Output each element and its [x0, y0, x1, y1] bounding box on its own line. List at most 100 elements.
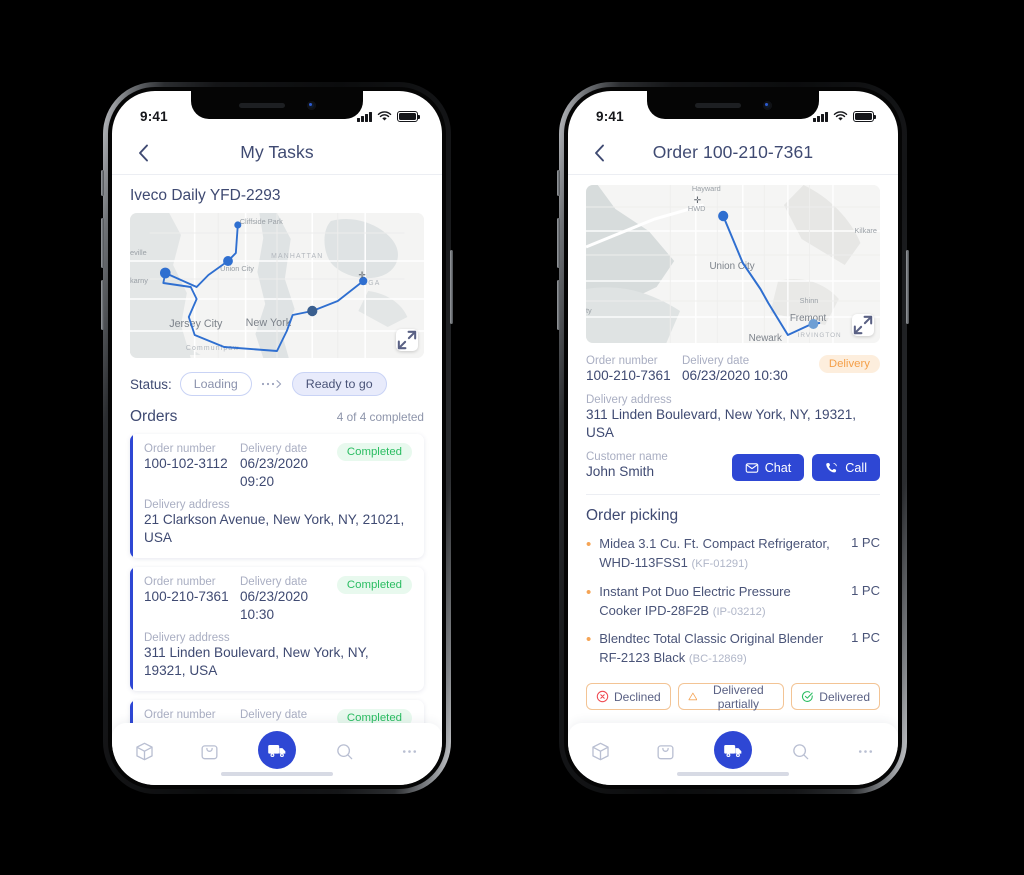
- silence-switch[interactable]: [557, 170, 560, 196]
- status-indicators: [357, 110, 421, 122]
- map-canvas: Hayward HWD Kilkare ty Shinn IRVINGTON U…: [586, 185, 880, 343]
- customer-name-label: Customer name: [586, 451, 668, 463]
- pick-item-main: Instant Pot Duo Electric Pressure Cooker…: [599, 583, 835, 621]
- delivery-date-col: Delivery date 06/23/2020 10:30: [682, 355, 819, 385]
- call-button[interactable]: Call: [812, 454, 880, 481]
- sidebar-item-bag[interactable]: [193, 734, 227, 768]
- home-indicator[interactable]: [221, 771, 333, 776]
- delivery-address-label: Delivery address: [144, 632, 230, 644]
- phone-bezel-right: 9:41 Order 100-210-7361 Hayward HWD Kilk…: [564, 87, 902, 789]
- expand-map-button[interactable]: [852, 314, 874, 336]
- status-pill-loading[interactable]: Loading: [179, 372, 252, 396]
- expand-map-button[interactable]: [396, 329, 418, 351]
- svg-text:Hayward: Hayward: [692, 185, 721, 193]
- route-map-overview[interactable]: Cliffside Park eville Union City karny M…: [130, 213, 424, 358]
- contact-buttons: Chat Call: [731, 454, 880, 481]
- delivered-label: Delivered: [819, 689, 870, 704]
- delivery-action-buttons: Declined Delivered partially Delivered: [568, 672, 898, 711]
- signal-bars-icon: [813, 111, 828, 122]
- declined-button[interactable]: Declined: [586, 683, 671, 711]
- chat-button[interactable]: Chat: [731, 454, 805, 481]
- table-row[interactable]: Order number 100-210-7361 Delivery date …: [130, 567, 424, 691]
- check-circle-icon: [802, 691, 814, 702]
- back-button[interactable]: [586, 140, 612, 166]
- customer-name-col: Customer name John Smith: [586, 451, 668, 481]
- vehicle-title: Iveco Daily YFD-2293: [130, 187, 281, 204]
- home-indicator[interactable]: [677, 771, 789, 776]
- battery-icon: [853, 111, 877, 122]
- bullet-icon: •: [586, 536, 592, 553]
- sidebar-item-bag[interactable]: [649, 734, 683, 768]
- picking-list: • Midea 3.1 Cu. Ft. Compact Refrigerator…: [568, 529, 898, 672]
- volume-down-button[interactable]: [557, 280, 560, 330]
- wifi-icon: [377, 110, 392, 121]
- sidebar-item-truck[interactable]: [713, 731, 752, 769]
- sidebar-item-truck[interactable]: [257, 731, 296, 769]
- order-number-label: Order number: [144, 709, 216, 721]
- delivery-address-col: Delivery address 21 Clarkson Avenue, New…: [144, 499, 412, 547]
- route-map-detail[interactable]: Hayward HWD Kilkare ty Shinn IRVINGTON U…: [586, 185, 880, 343]
- back-button[interactable]: [130, 140, 156, 166]
- pick-item-qty: 1 PC: [851, 535, 880, 550]
- svg-text:IRVINGTON: IRVINGTON: [798, 332, 842, 339]
- signal-bars-icon: [357, 111, 372, 122]
- power-button[interactable]: [450, 250, 453, 324]
- sidebar-item-box[interactable]: [128, 734, 162, 768]
- order-number-col: Order number 100-102-3112: [144, 443, 240, 473]
- delivered-partially-button[interactable]: Delivered partially: [677, 682, 785, 711]
- list-item[interactable]: • Blendtec Total Classic Original Blende…: [586, 624, 880, 672]
- customer-row: Customer name John Smith Chat Call: [586, 451, 880, 481]
- shopping-bag-icon: [657, 744, 674, 759]
- earpiece-speaker: [694, 102, 741, 108]
- sidebar-item-box[interactable]: [584, 734, 618, 768]
- order-number-label: Order number: [144, 443, 216, 455]
- delivery-date-label: Delivery date: [240, 443, 308, 455]
- truck-icon: [724, 745, 742, 758]
- circle-x-icon: [596, 690, 609, 703]
- svg-text:karny: karny: [130, 276, 148, 285]
- orders-section-header: Orders 4 of 4 completed: [112, 398, 442, 434]
- table-row[interactable]: Order number 100-111-7631 Delivery date …: [130, 700, 424, 723]
- truck-icon: [268, 745, 286, 758]
- order-top-row: Order number 100-111-7631 Delivery date …: [144, 709, 412, 723]
- sidebar-item-search[interactable]: [783, 734, 817, 768]
- order-top-row: Order number 100-210-7361 Delivery date …: [586, 355, 880, 385]
- svg-text:HWD: HWD: [688, 204, 706, 213]
- order-number-value: 100-210-7361: [586, 368, 671, 383]
- dots-arrow-icon: [260, 379, 284, 389]
- status-indicators: [813, 110, 877, 122]
- sidebar-item-more[interactable]: [392, 734, 426, 768]
- delivered-button[interactable]: Delivered: [791, 683, 880, 711]
- sidebar-item-search[interactable]: [327, 734, 361, 768]
- volume-up-button[interactable]: [101, 218, 104, 268]
- silence-switch[interactable]: [101, 170, 104, 196]
- pick-item-qty: 1 PC: [851, 630, 880, 646]
- front-camera-icon: [306, 100, 316, 110]
- phone-icon: [826, 462, 838, 472]
- status-pill-ready-to-go[interactable]: Ready to go: [291, 372, 387, 396]
- power-button[interactable]: [906, 250, 909, 324]
- volume-down-button[interactable]: [101, 280, 104, 330]
- list-item[interactable]: • Instant Pot Duo Electric Pressure Cook…: [586, 577, 880, 625]
- screen-order-detail: 9:41 Order 100-210-7361 Hayward HWD Kilk…: [568, 91, 898, 785]
- svg-text:✛: ✛: [694, 195, 702, 205]
- svg-text:Newark: Newark: [749, 333, 782, 343]
- delivery-date-value: 06/23/2020 10:30: [240, 589, 309, 622]
- expand-diagonal-icon: [853, 315, 873, 335]
- battery-icon: [397, 111, 421, 122]
- ellipsis-icon: [402, 749, 416, 753]
- pick-item-sku: (BC-12869): [688, 653, 747, 666]
- delivered-partially-label: Delivered partially: [713, 682, 764, 711]
- screen-my-tasks: 9:41 My Tasks Iveco Daily YFD-2293 Cliff…: [112, 91, 442, 785]
- list-item[interactable]: • Midea 3.1 Cu. Ft. Compact Refrigerator…: [586, 529, 880, 577]
- nav-bar: Order 100-210-7361: [568, 131, 898, 175]
- search-icon: [792, 743, 808, 759]
- delivery-date-value: 06/23/2020 10:30: [682, 368, 788, 383]
- status-time: 9:41: [596, 108, 624, 124]
- sidebar-item-more[interactable]: [848, 734, 882, 768]
- box-icon: [136, 742, 153, 760]
- volume-up-button[interactable]: [557, 218, 560, 268]
- pick-item-sku: (KF-01291): [691, 557, 749, 570]
- order-number-col: Order number 100-210-7361: [586, 355, 682, 385]
- table-row[interactable]: Order number 100-102-3112 Delivery date …: [130, 434, 424, 558]
